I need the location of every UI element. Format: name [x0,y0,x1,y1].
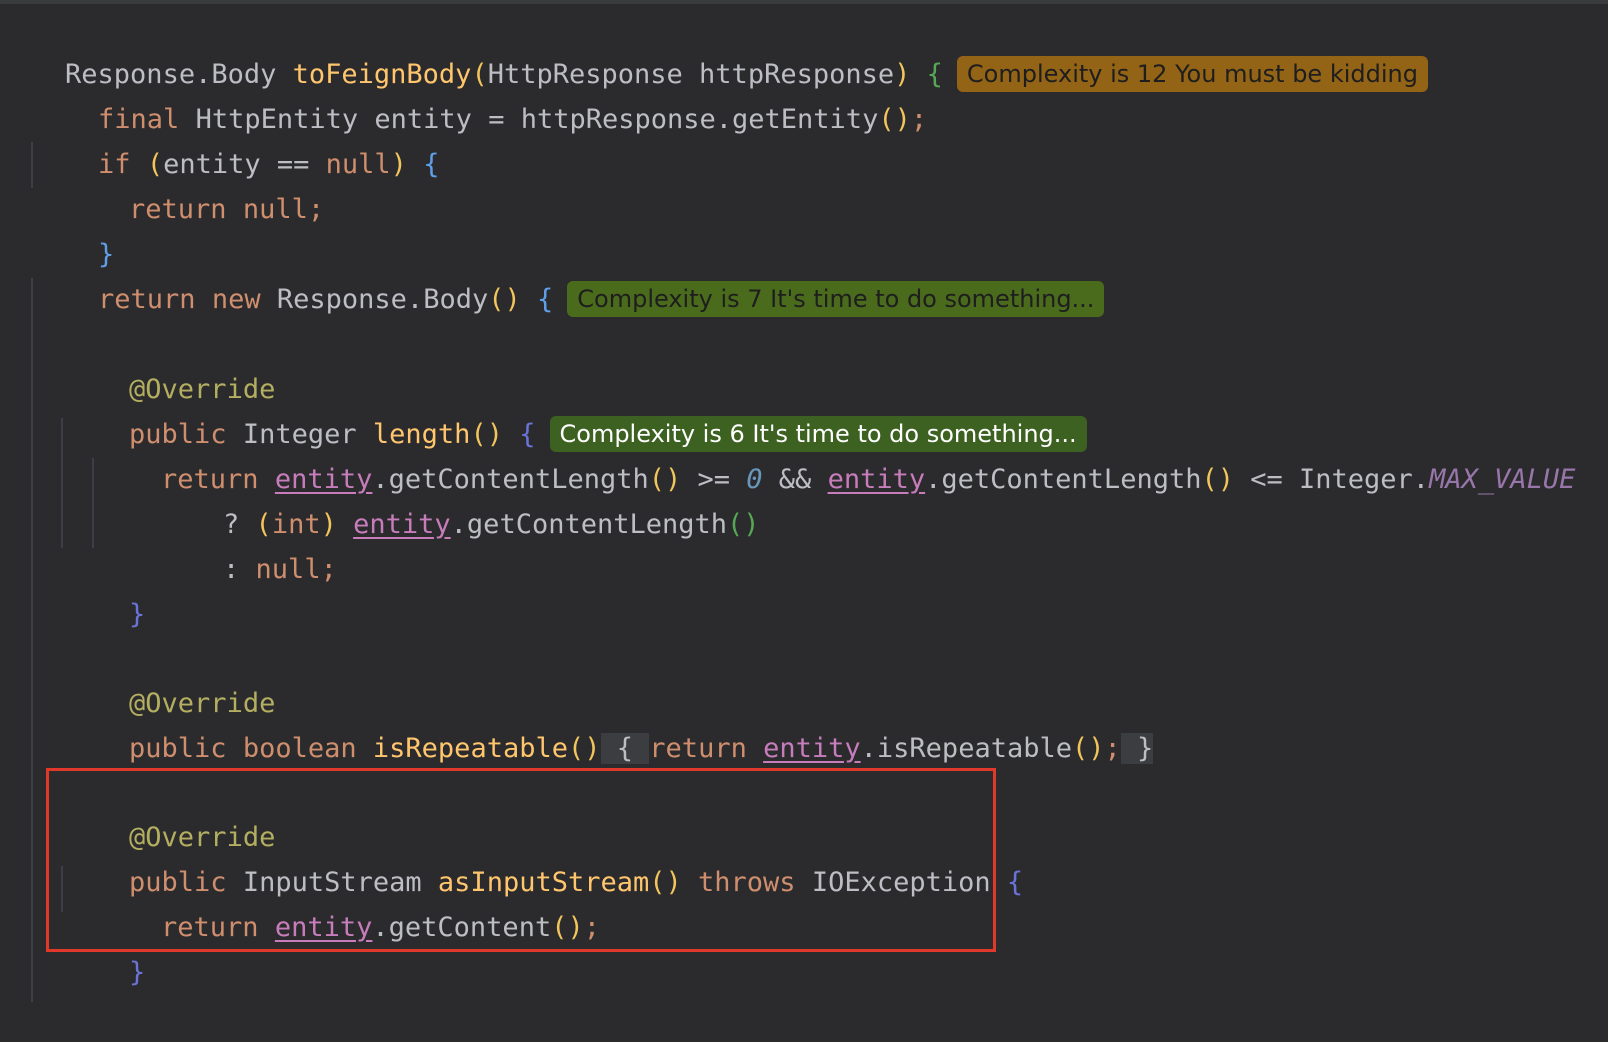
method-call: .isRepeatable [860,733,1072,764]
null-literal: null [242,194,308,225]
null-literal: null [255,554,321,585]
code-line-12[interactable]: : null; [158,501,337,585]
brace: { [423,149,440,180]
brace: } [1137,733,1154,764]
keyword: return [98,284,196,315]
paren: () [567,733,601,764]
paren: () [727,509,760,540]
code-line-8[interactable]: @Override [64,321,275,405]
ternary-op: : [223,554,256,585]
constant: MAX_VALUE [1429,464,1576,495]
code-line-15[interactable]: @Override [64,635,275,719]
paren: ) [390,149,407,180]
code-line-16[interactable]: public boolean isRepeatable() { return e… [64,680,1154,764]
operator: && [762,464,828,495]
indent-guide [31,278,33,1002]
highlight-box [46,768,996,952]
operator: <= Integer. [1233,464,1430,495]
keyword: new [211,284,261,315]
paren: () [1071,733,1105,764]
keyword: return [129,194,227,225]
field-ref: entity [827,464,926,495]
statement-text: entity = httpResponse.getEntity [374,104,879,135]
code-line-6[interactable]: return new Response.Body() { Complexity i… [33,231,1105,317]
indent-guide [61,418,63,548]
brace: { [926,59,943,90]
code-line-2[interactable]: final HttpEntity entity = httpResponse.g… [33,51,927,135]
paren: () [488,284,521,315]
paren: () [878,104,911,135]
method-call: .getContentLength [925,464,1202,495]
complexity-badge[interactable]: Complexity is 7 It's time to do somethin… [567,280,1105,317]
brace: { [1006,867,1024,898]
null-literal: null [325,149,391,180]
semicolon: ; [320,554,337,585]
brace: { [537,284,554,315]
field-ref: entity [353,509,451,540]
code-line-13[interactable]: } [64,546,145,630]
code-line-3[interactable]: if (entity == null) { [33,96,439,180]
field-ref: entity [763,733,861,764]
code-line-9[interactable]: public Integer length() {Complexity is 6… [64,366,1087,452]
brace: } [129,599,146,630]
paren: () [1201,464,1234,495]
semicolon: ; [910,104,928,135]
keyword: public [129,733,227,764]
method-call: .getContentLength [450,509,728,540]
complexity-badge[interactable]: Complexity is 12 You must be kidding [956,55,1428,92]
code-line-5[interactable]: } [33,186,114,270]
editor-top-border [0,0,1608,4]
method-name: isRepeatable [372,733,568,764]
code-line-11[interactable]: ? (int) entity.getContentLength() [158,456,760,540]
code-line-10[interactable]: return entity.getContentLength() >= 0 &&… [96,411,1575,495]
semicolon: ; [307,194,325,225]
brace: { [616,733,634,764]
semicolon: ; [1104,733,1121,764]
keyword: boolean [242,733,357,764]
brace: } [129,957,146,988]
code-line-1[interactable]: Response.Body toFeignBody(HttpResponse h… [0,6,1428,92]
code-line-4[interactable]: return null; [64,141,324,225]
type-name: Response.Body [276,284,489,315]
keyword: return [649,733,747,764]
